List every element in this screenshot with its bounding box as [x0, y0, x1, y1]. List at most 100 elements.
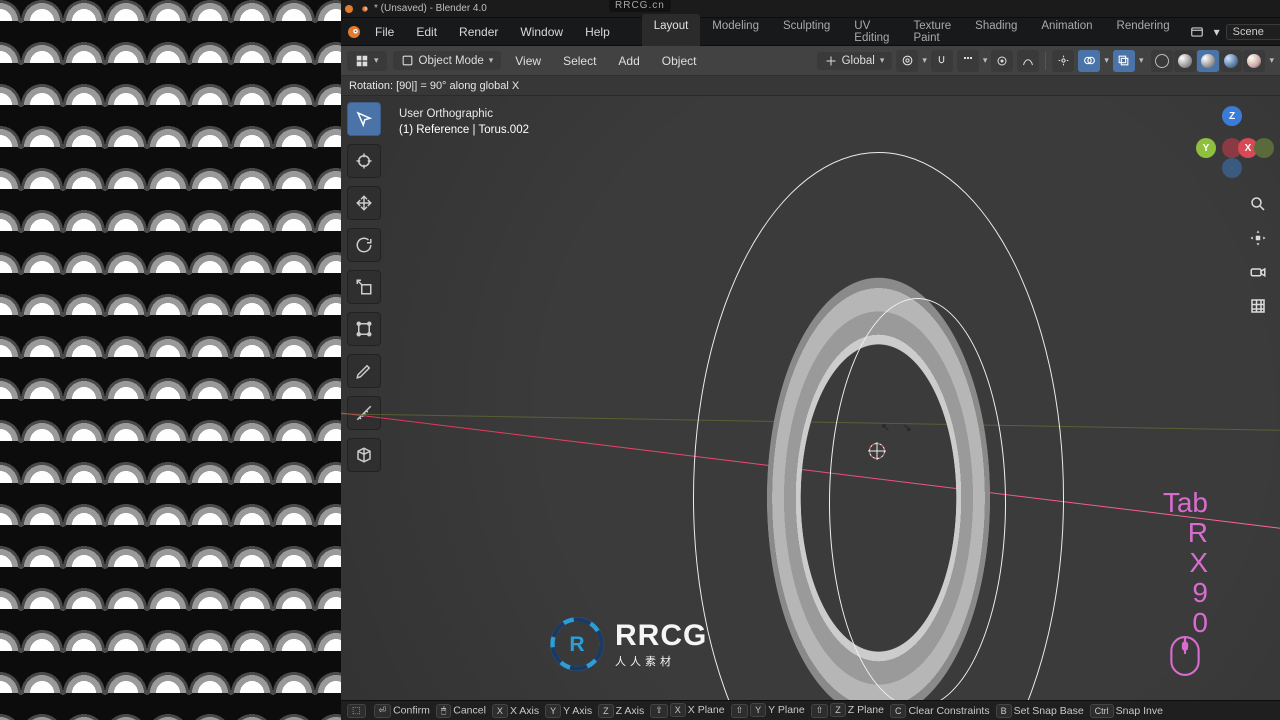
overlay-toggle[interactable] [1078, 50, 1100, 72]
chevron-down-icon[interactable]: ▾ [1269, 55, 1274, 66]
tool-move[interactable] [347, 186, 381, 220]
editor-type-dropdown[interactable]: ▾ [347, 51, 387, 71]
viewport-side-icons [1246, 192, 1270, 318]
menu-file[interactable]: File [365, 21, 404, 43]
menu-edit[interactable]: Edit [406, 21, 447, 43]
menu-view[interactable]: View [507, 51, 549, 71]
workspace-tabs: Layout Modeling Sculpting UV Editing Tex… [642, 14, 1182, 50]
gizmo-visibility-toggle[interactable] [1052, 50, 1074, 72]
sb-snapinv: Snap Inve [1116, 705, 1163, 717]
desktop-left-pattern [0, 0, 341, 720]
watermark: R RRCG人人素材 [549, 616, 707, 672]
pan-icon[interactable] [1246, 226, 1270, 250]
tool-transform[interactable] [347, 312, 381, 346]
pivot-dropdown[interactable] [896, 50, 918, 72]
shading-mode-group [1151, 50, 1265, 72]
tab-animation[interactable]: Animation [1029, 14, 1104, 50]
chevron-down-icon[interactable]: ▾ [1214, 25, 1220, 39]
sb-clear: Clear Constraints [908, 705, 989, 717]
menu-add[interactable]: Add [610, 51, 647, 71]
viewport-label: User Orthographic (1) Reference | Torus.… [399, 106, 529, 138]
blender-window: * (Unsaved) - Blender 4.0 RRCG.cn File E… [341, 0, 1280, 720]
shading-rendered[interactable] [1243, 50, 1265, 72]
gizmo-z-axis[interactable]: Z [1222, 106, 1242, 126]
orientation-label: Global [842, 55, 875, 67]
sb-z: Z Axis [616, 705, 645, 717]
shading-material[interactable] [1220, 50, 1242, 72]
titlebar-dot-icon [345, 5, 353, 13]
gizmo-neg-y-axis[interactable] [1254, 138, 1274, 158]
sc-key: Tab [1163, 488, 1208, 518]
tab-sculpting[interactable]: Sculpting [771, 14, 842, 50]
rotate-hint-icon: ↖ ↘ [881, 421, 912, 434]
app-logo-icon[interactable] [345, 21, 363, 43]
xray-toggle[interactable] [1113, 50, 1135, 72]
zoom-icon[interactable] [1246, 192, 1270, 216]
object-torus[interactable] [681, 148, 1076, 700]
sb-confirm: Confirm [393, 704, 430, 716]
watermark-brand: RRCG [615, 619, 707, 652]
shading-solid[interactable] [1174, 50, 1196, 72]
shading-wireframe[interactable] [1151, 50, 1173, 72]
tab-texpaint[interactable]: Texture Paint [901, 14, 963, 50]
mode-label: Object Mode [419, 55, 484, 67]
sc-key: X [1163, 548, 1208, 578]
tool-annotate[interactable] [347, 354, 381, 388]
tool-rotate[interactable] [347, 228, 381, 262]
top-menubar: File Edit Render Window Help Layout Mode… [341, 18, 1280, 46]
chevron-down-icon[interactable]: ▾ [983, 55, 988, 66]
sb-yp: Y Plane [768, 704, 805, 716]
status-bar: ⬚ ⏎Confirm 🖱Cancel XX Axis YY Axis ZZ Ax… [341, 700, 1280, 720]
sb-snapbase: Set Snap Base [1014, 705, 1084, 717]
menu-object[interactable]: Object [654, 51, 705, 71]
menu-select[interactable]: Select [555, 51, 604, 71]
menu-render[interactable]: Render [449, 21, 508, 43]
menu-window[interactable]: Window [510, 21, 573, 43]
chevron-down-icon[interactable]: ▾ [1104, 55, 1109, 66]
shading-solid-active[interactable] [1197, 50, 1219, 72]
proportional-edit-toggle[interactable] [991, 50, 1013, 72]
mode-dropdown[interactable]: Object Mode ▾ [393, 51, 502, 70]
tool-cursor[interactable] [347, 144, 381, 178]
gizmo-neg-z-axis[interactable] [1222, 158, 1242, 178]
screencast-keys: Tab R X 9 0 [1163, 488, 1208, 638]
3d-cursor-icon [866, 440, 888, 462]
sc-key: 9 [1163, 578, 1208, 608]
viewport-projection: User Orthographic [399, 106, 529, 122]
snap-toggle[interactable] [931, 50, 953, 72]
menu-help[interactable]: Help [575, 21, 620, 43]
sb-x: X Axis [510, 705, 539, 717]
svg-text:R: R [569, 633, 584, 656]
window-title: * (Unsaved) - Blender 4.0 [374, 3, 487, 14]
operator-status: Rotation: [90|] = 90° along global X [349, 80, 519, 92]
sb-cancel: Cancel [453, 704, 486, 716]
tab-uv[interactable]: UV Editing [842, 14, 901, 50]
gizmo-y-axis[interactable]: Y [1196, 138, 1216, 158]
page-brand: RRCG.cn [609, 0, 671, 12]
watermark-sub: 人人素材 [615, 653, 707, 669]
chevron-down-icon[interactable]: ▾ [1139, 55, 1144, 66]
nav-gizmo[interactable]: Z Y X [1196, 106, 1268, 170]
tab-rendering[interactable]: Rendering [1105, 14, 1182, 50]
chevron-down-icon[interactable]: ▾ [922, 55, 927, 66]
sb-y: Y Axis [563, 705, 592, 717]
proportional-falloff[interactable] [1017, 50, 1039, 72]
camera-view-icon[interactable] [1246, 260, 1270, 284]
snap-type-dropdown[interactable] [957, 50, 979, 72]
sc-key: 0 [1163, 608, 1208, 638]
viewport-object: (1) Reference | Torus.002 [399, 122, 529, 138]
scene-browse-icon[interactable] [1186, 21, 1208, 43]
orientation-dropdown[interactable]: Global ▾ [817, 52, 893, 70]
tool-select-box[interactable] [347, 102, 381, 136]
persp-ortho-icon[interactable] [1246, 294, 1270, 318]
sb-zp: Z Plane [848, 704, 884, 716]
tab-modeling[interactable]: Modeling [700, 14, 771, 50]
sb-xp: X Plane [688, 704, 725, 716]
scene-name-field[interactable]: Scene [1226, 24, 1280, 40]
viewport-3d[interactable]: User Orthographic (1) Reference | Torus.… [341, 96, 1280, 700]
tool-add-primitive[interactable] [347, 438, 381, 472]
tab-shading[interactable]: Shading [963, 14, 1029, 50]
tool-scale[interactable] [347, 270, 381, 304]
tab-layout[interactable]: Layout [642, 14, 701, 50]
sc-key: R [1163, 518, 1208, 548]
